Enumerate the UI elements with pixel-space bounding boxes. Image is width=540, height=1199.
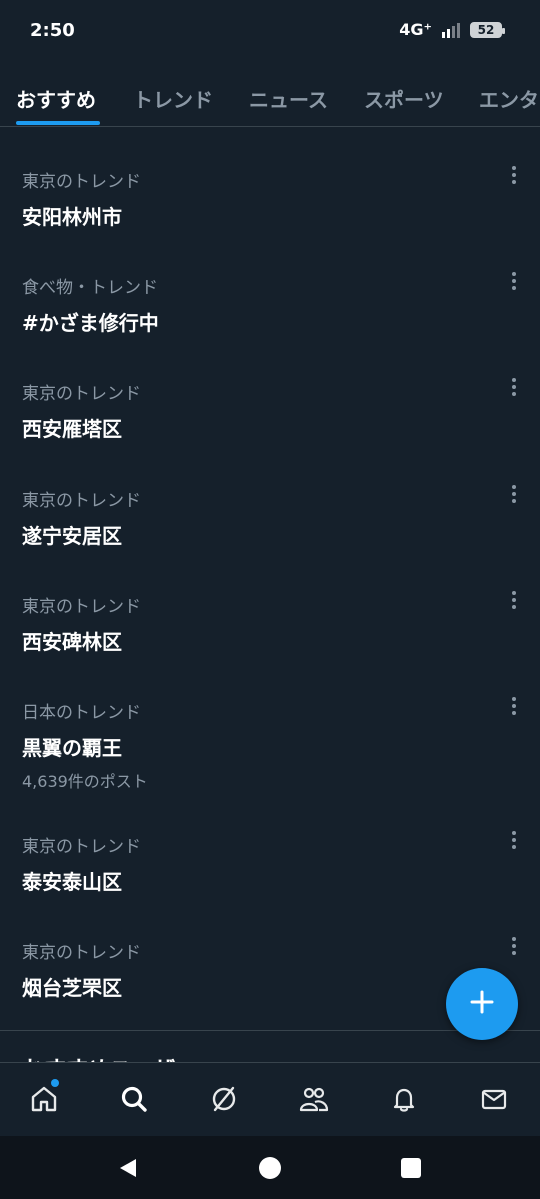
trend-name[interactable]: #かざま修行中 — [22, 307, 159, 336]
home-icon — [29, 1084, 59, 1118]
nav-notifications[interactable] — [384, 1081, 424, 1121]
status-bar: 2:50 4G⁺ 52 — [0, 0, 540, 64]
trend-name[interactable]: 安阳林州市 — [22, 201, 122, 230]
back-icon[interactable] — [116, 1156, 140, 1180]
trend-context: 日本のトレンド — [22, 703, 141, 723]
tab-news[interactable]: ニュース — [249, 84, 328, 113]
search-icon — [119, 1084, 149, 1118]
active-tab-indicator — [16, 121, 100, 125]
trend-context: 東京のトレンド — [22, 837, 141, 857]
trend-context: 東京のトレンド — [22, 384, 141, 404]
tab-for-you[interactable]: おすすめ — [16, 84, 96, 113]
trend-name[interactable]: 西安雁塔区 — [22, 413, 122, 442]
notifications-icon — [389, 1084, 419, 1118]
notification-dot — [51, 1079, 59, 1087]
more-vertical-icon[interactable] — [500, 480, 528, 508]
trend-context: 東京のトレンド — [22, 597, 141, 617]
trend-post-count: 4,639件のポスト — [22, 772, 148, 791]
trend-context: 食べ物・トレンド — [22, 278, 158, 298]
nav-communities[interactable] — [294, 1081, 334, 1121]
bottom-navigation — [0, 1062, 540, 1137]
trend-context: 東京のトレンド — [22, 172, 141, 192]
tab-sports[interactable]: スポーツ — [364, 84, 444, 113]
system-navigation-bar — [0, 1136, 540, 1199]
nav-search[interactable] — [114, 1081, 154, 1121]
trend-name[interactable]: 西安碑林区 — [22, 626, 122, 655]
network-indicator: 4G⁺ — [399, 20, 432, 39]
more-vertical-icon[interactable] — [500, 692, 528, 720]
trend-context: 東京のトレンド — [22, 491, 141, 511]
more-vertical-icon[interactable] — [500, 586, 528, 614]
more-vertical-icon[interactable] — [500, 373, 528, 401]
more-vertical-icon[interactable] — [500, 932, 528, 960]
nav-messages[interactable] — [474, 1081, 514, 1121]
trend-name[interactable]: 烟台芝罘区 — [22, 972, 122, 1001]
tab-entertainment[interactable]: エンタ — [479, 84, 539, 113]
recents-icon[interactable] — [399, 1156, 423, 1180]
explore-tabs: おすすめ トレンド ニュース スポーツ エンタ — [0, 64, 540, 127]
battery-level: 52 — [477, 22, 495, 37]
compose-fab[interactable] — [446, 968, 518, 1040]
more-vertical-icon[interactable] — [500, 161, 528, 189]
trend-name[interactable]: 泰安泰山区 — [22, 866, 122, 895]
battery-icon: 52 — [470, 21, 505, 38]
messages-icon — [479, 1084, 509, 1118]
communities-icon — [298, 1084, 330, 1118]
status-icons: 4G⁺ 52 — [399, 20, 505, 39]
plus-icon — [469, 989, 495, 1019]
signal-icon — [442, 22, 460, 38]
status-time: 2:50 — [30, 20, 75, 41]
trend-name[interactable]: 黒翼の覇王 — [22, 732, 122, 761]
nav-grok[interactable] — [204, 1081, 244, 1121]
more-vertical-icon[interactable] — [500, 826, 528, 854]
home-circle-icon[interactable] — [258, 1156, 282, 1180]
trend-name[interactable]: 遂宁安居区 — [22, 520, 122, 549]
nav-home[interactable] — [24, 1081, 64, 1121]
tab-trending[interactable]: トレンド — [133, 84, 213, 113]
grok-icon — [209, 1084, 239, 1118]
more-vertical-icon[interactable] — [500, 267, 528, 295]
trend-context: 東京のトレンド — [22, 943, 141, 963]
